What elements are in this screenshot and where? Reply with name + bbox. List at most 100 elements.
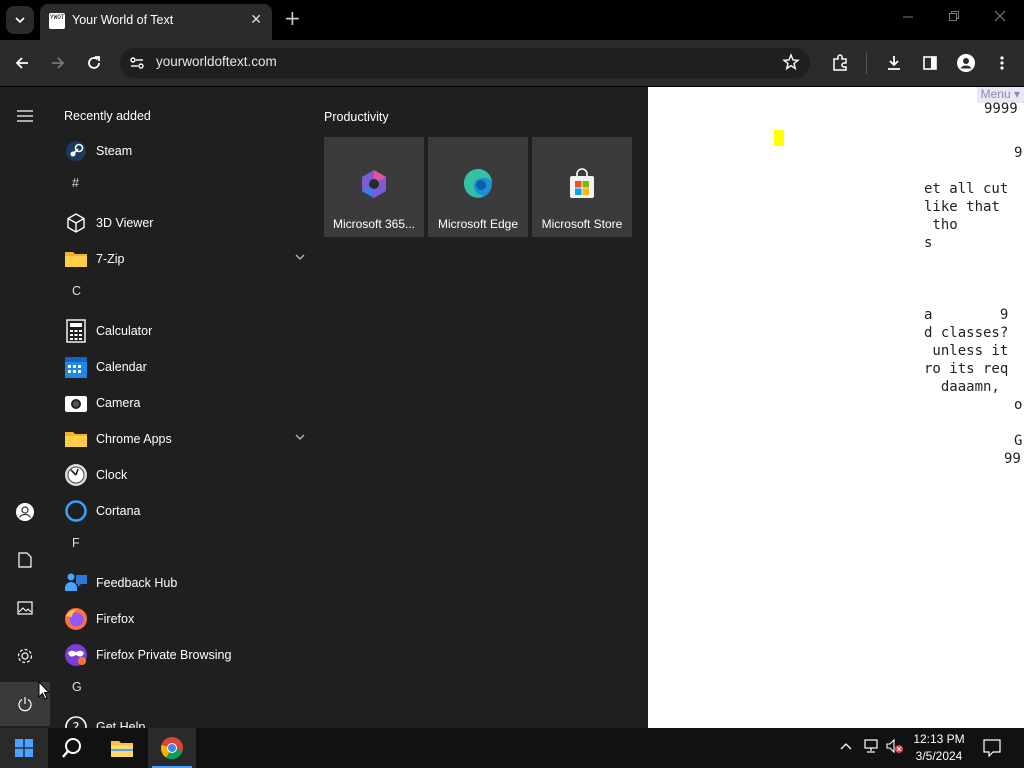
folder-icon	[64, 427, 88, 451]
taskbar-clock[interactable]: 12:13 PM 3/5/2024	[908, 731, 970, 765]
app-item-chrome-apps[interactable]: Chrome Apps	[60, 421, 306, 457]
world-text-line: a 9	[924, 307, 1009, 323]
account-icon	[957, 54, 975, 72]
web-content[interactable]: Menu ▾ 9999 9 et all cut like that tho s a 9d…	[648, 87, 1024, 728]
letter-heading[interactable]: F	[72, 536, 80, 550]
close-tab-button[interactable]: ✕	[250, 12, 262, 28]
svg-text:?: ?	[73, 721, 80, 728]
address-bar[interactable]: yourworldoftext.com	[120, 48, 810, 78]
expand-menu-button[interactable]	[0, 94, 50, 138]
close-icon	[994, 10, 1006, 22]
productivity-group-title: Productivity	[324, 110, 389, 124]
app-item-get-help[interactable]: ? Get Help	[60, 709, 306, 728]
close-window-button[interactable]	[994, 10, 1006, 26]
folder-icon	[111, 741, 133, 757]
mouse-pointer-icon	[38, 681, 50, 700]
chrome-icon	[160, 737, 183, 760]
picture-icon	[17, 601, 33, 615]
chrome-menu-button[interactable]	[991, 52, 1013, 74]
show-hidden-icons-button[interactable]	[839, 738, 853, 757]
url-text[interactable]: yourworldoftext.com	[156, 54, 277, 69]
app-item-firefox-private-browsing[interactable]: Firefox Private Browsing	[60, 637, 306, 673]
star-icon	[782, 53, 800, 71]
chevron-up-icon	[840, 743, 852, 750]
minimize-button[interactable]	[902, 10, 914, 26]
tile-microsoft-store[interactable]: Microsoft Store	[532, 137, 632, 237]
tile-label: Microsoft 365...	[332, 217, 416, 231]
letter-heading[interactable]: #	[72, 176, 79, 190]
network-button[interactable]	[863, 738, 879, 758]
app-label: Firefox Private Browsing	[96, 648, 232, 662]
folder-icon	[64, 247, 88, 271]
app-item-clock[interactable]: Clock	[60, 457, 306, 493]
chrome-taskbar-button[interactable]	[148, 728, 196, 768]
download-icon	[888, 56, 900, 70]
hamburger-icon	[17, 110, 33, 122]
app-item-cortana[interactable]: Cortana	[60, 493, 306, 529]
world-text-line: o	[1014, 397, 1023, 413]
user-avatar-icon	[16, 503, 34, 521]
pictures-button[interactable]	[0, 586, 50, 630]
app-label: Steam	[96, 144, 133, 158]
bookmark-button[interactable]	[782, 53, 800, 75]
account-button[interactable]	[0, 490, 50, 534]
tile-microsoft-365[interactable]: Microsoft 365...	[324, 137, 424, 237]
browser-tab-bar: YWOT Your World of Text ✕ +	[0, 0, 1024, 40]
firefox-private-icon	[64, 643, 88, 667]
app-item-calendar[interactable]: Calendar	[60, 349, 306, 385]
calculator-icon	[64, 319, 88, 343]
profile-button[interactable]	[955, 52, 977, 74]
world-text-line: 9999	[984, 101, 1018, 117]
back-button[interactable]	[11, 52, 33, 74]
volume-button[interactable]	[886, 738, 904, 758]
documents-button[interactable]	[0, 538, 50, 582]
chevron-down-icon[interactable]	[294, 251, 306, 266]
steam-icon	[64, 139, 88, 163]
browser-tab[interactable]: YWOT Your World of Text ✕	[40, 4, 272, 40]
reload-button[interactable]	[83, 52, 105, 74]
app-label: 3D Viewer	[96, 216, 154, 230]
windows-logo-icon	[15, 739, 33, 757]
new-tab-button[interactable]: +	[284, 8, 301, 28]
minimize-icon	[903, 16, 913, 18]
settings-button[interactable]	[0, 634, 50, 678]
favicon: YWOT	[49, 13, 65, 29]
app-item-firefox[interactable]: Firefox	[60, 601, 306, 637]
file-explorer-button[interactable]	[98, 728, 146, 768]
side-panel-button[interactable]	[919, 52, 941, 74]
restore-button[interactable]	[948, 10, 960, 26]
calendar-icon	[64, 355, 88, 379]
forward-button[interactable]	[47, 52, 69, 74]
toolbar-divider	[866, 52, 867, 74]
app-item-steam[interactable]: Steam	[60, 133, 306, 169]
downloads-button[interactable]	[883, 52, 905, 74]
app-item-3d-viewer[interactable]: 3D Viewer	[60, 205, 306, 241]
cube-icon	[64, 211, 88, 235]
start-button[interactable]	[0, 728, 48, 768]
app-label: Feedback Hub	[96, 576, 178, 590]
app-item-feedback-hub[interactable]: Feedback Hub	[60, 565, 306, 601]
app-label: Get Help	[96, 720, 146, 728]
more-vertical-icon	[1000, 56, 1004, 70]
clock-date: 3/5/2024	[915, 749, 963, 763]
letter-heading[interactable]: G	[72, 680, 82, 694]
search-button[interactable]	[48, 728, 96, 768]
chevron-down-icon	[15, 17, 25, 24]
app-item-7-zip[interactable]: 7-Zip	[60, 241, 306, 277]
world-text-line: 99	[1004, 451, 1021, 467]
notification-icon	[983, 739, 1001, 758]
app-item-camera[interactable]: Camera	[60, 385, 306, 421]
recently-added-heading: Recently added	[64, 109, 151, 123]
app-item-calculator[interactable]: Calculator	[60, 313, 306, 349]
chevron-down-icon[interactable]	[294, 431, 306, 446]
letter-heading[interactable]: C	[72, 284, 81, 298]
tab-title: Your World of Text	[72, 13, 174, 27]
tab-search-button[interactable]	[6, 6, 34, 34]
tile-microsoft-edge[interactable]: Microsoft Edge	[428, 137, 528, 237]
taskbar: 12:13 PM 3/5/2024	[0, 728, 1024, 768]
camera-icon	[64, 391, 88, 415]
extensions-button[interactable]	[829, 52, 851, 74]
site-info-button[interactable]	[128, 54, 146, 76]
app-label: Chrome Apps	[96, 432, 172, 446]
action-center-button[interactable]	[983, 739, 1001, 761]
